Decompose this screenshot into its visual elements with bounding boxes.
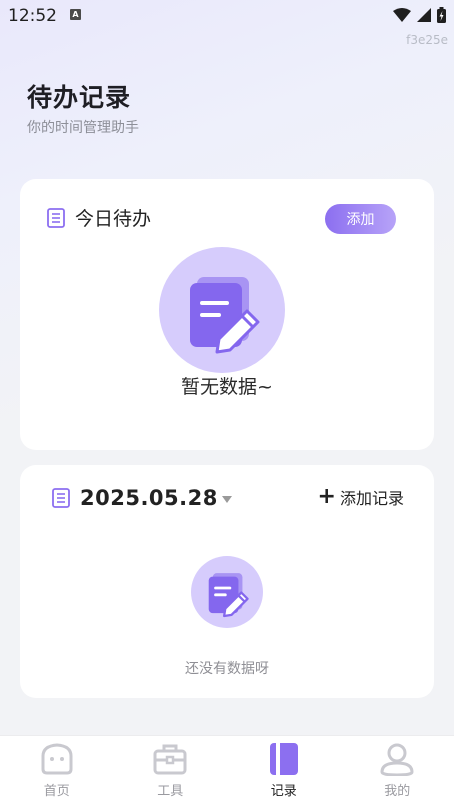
- note-edit-icon: [190, 277, 260, 354]
- page-subtitle: 你的时间管理助手: [27, 120, 139, 136]
- record-empty-text: 还没有数据呀: [185, 661, 269, 677]
- list-icon: [52, 488, 70, 508]
- notification-icon: A: [70, 9, 81, 20]
- empty-illustration-small: [191, 556, 263, 628]
- profile-icon: [380, 743, 414, 776]
- tab-label: 工具: [157, 784, 184, 799]
- record-icon: [269, 743, 298, 775]
- battery-icon: [437, 7, 446, 23]
- status-bar: 12:52 A: [0, 0, 454, 32]
- add-record-button[interactable]: + 添加记录: [318, 485, 404, 509]
- chevron-down-icon: [221, 496, 232, 503]
- wifi-icon: [393, 8, 411, 22]
- daily-record-card: 2025.05.28 + 添加记录 还没有数据呀: [20, 465, 434, 698]
- toolbox-icon: [153, 744, 187, 775]
- today-todo-card: 今日待办 添加 暂无数据~: [20, 179, 434, 450]
- signal-icon: [417, 8, 431, 22]
- date-selector[interactable]: 2025.05.28: [52, 486, 232, 510]
- tab-records[interactable]: 记录: [227, 736, 341, 807]
- status-time: 12:52: [8, 6, 57, 26]
- add-todo-button[interactable]: 添加: [325, 204, 396, 234]
- today-card-title: 今日待办: [75, 208, 152, 230]
- tab-label: 我的: [384, 784, 411, 799]
- tab-tools[interactable]: 工具: [114, 736, 228, 807]
- today-card-header: 今日待办: [47, 204, 151, 231]
- home-icon: [41, 743, 73, 775]
- add-record-label: 添加记录: [339, 489, 404, 508]
- tab-label: 记录: [270, 784, 297, 799]
- selected-date: 2025.05.28: [80, 486, 218, 510]
- tab-label: 首页: [43, 784, 70, 799]
- empty-illustration: [159, 247, 285, 373]
- tab-home[interactable]: 首页: [0, 736, 114, 807]
- page-title: 待办记录: [27, 83, 132, 112]
- plus-icon: +: [317, 484, 336, 509]
- build-tag: f3e25e: [406, 33, 448, 47]
- list-icon: [47, 207, 65, 228]
- note-edit-icon: [208, 573, 249, 618]
- today-empty-text: 暂无数据~: [181, 376, 273, 398]
- status-icons: [393, 7, 446, 23]
- bottom-tab-bar: 首页 工具 记录 我的: [0, 735, 454, 807]
- tab-profile[interactable]: 我的: [341, 736, 454, 807]
